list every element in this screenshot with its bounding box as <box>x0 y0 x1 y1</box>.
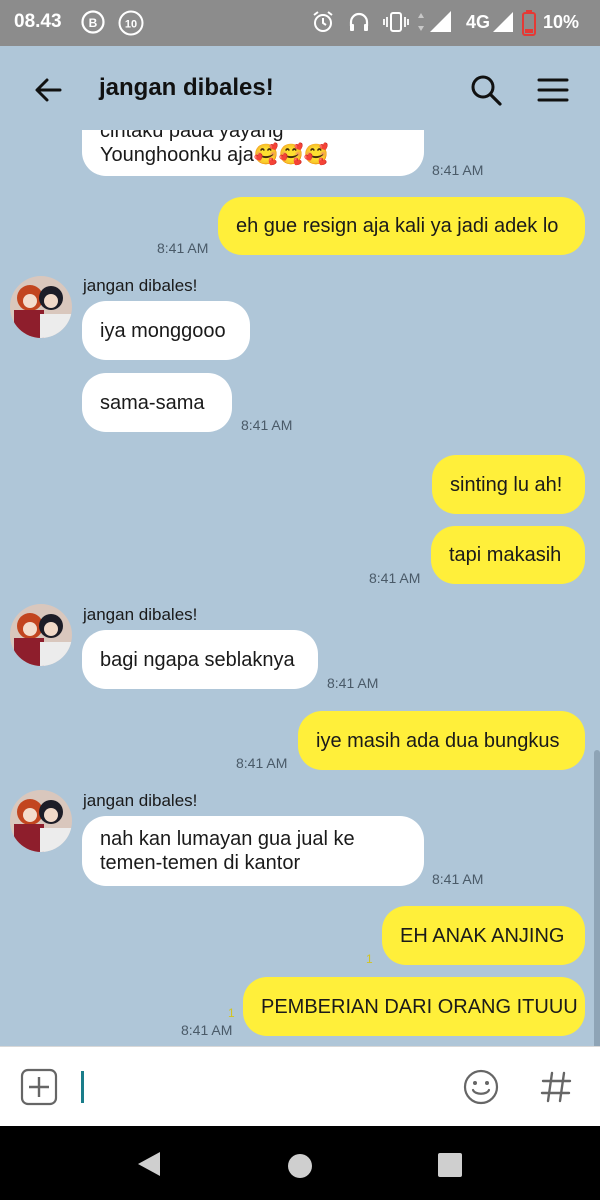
message-received[interactable]: nah kan lumayan gua jual ke temen-temen … <box>82 816 424 886</box>
message-time: 8:41 AM <box>241 417 293 433</box>
message-text: sama-sama <box>100 391 205 414</box>
message-received[interactable]: iya monggooo <box>82 301 250 360</box>
message-time: 8:41 AM <box>432 871 484 887</box>
message-time: 8:41 AM <box>236 755 288 771</box>
sender-avatar[interactable] <box>10 276 72 338</box>
hashtag-icon <box>540 1071 572 1103</box>
message-received[interactable]: sama-sama <box>82 373 232 432</box>
nav-recents-button[interactable] <box>437 1152 463 1178</box>
signal-icon <box>428 9 454 35</box>
message-text: tapi makasih <box>449 544 562 566</box>
nav-back-button[interactable] <box>134 1149 164 1179</box>
menu-icon <box>537 78 569 102</box>
read-count: 1 <box>366 952 373 966</box>
message-sent[interactable]: tapi makasih <box>431 526 585 584</box>
message-text: bagi ngapa seblaknya <box>100 648 295 671</box>
data-arrows-icon <box>416 9 426 35</box>
status-bar: 08.43 B 10 4G 10% <box>0 0 600 46</box>
status-time: 08.43 <box>14 11 62 32</box>
svg-text:10: 10 <box>125 19 137 31</box>
message-text: iya monggooo <box>100 319 226 342</box>
chat-title: jangan dibales! <box>99 74 274 101</box>
sender-name: jangan dibales! <box>83 791 198 810</box>
message-composer <box>0 1046 600 1127</box>
battery-icon <box>521 9 537 37</box>
message-time: 8:41 AM <box>432 162 484 178</box>
message-text: EH ANAK ANJING <box>400 924 565 947</box>
svg-text:B: B <box>89 16 98 30</box>
add-button[interactable] <box>20 1068 58 1106</box>
message-sent[interactable]: sinting lu ah! <box>432 455 585 514</box>
message-text: iye masih ada dua bungkus <box>316 729 560 752</box>
hashtag-button[interactable] <box>537 1068 575 1106</box>
message-time: 8:41 AM <box>327 675 379 691</box>
alarm-icon <box>310 9 336 35</box>
system-nav-bar <box>0 1126 600 1200</box>
menu-button[interactable] <box>533 70 573 110</box>
sender-avatar[interactable] <box>10 604 72 666</box>
scrollbar[interactable] <box>594 750 600 1046</box>
sender-name: jangan dibales! <box>83 276 198 295</box>
nav-home-icon <box>288 1154 312 1178</box>
text-cursor <box>81 1071 84 1103</box>
emoji-icon <box>463 1069 499 1105</box>
message-text: PEMBERIAN DARI ORANG ITUUU <box>261 995 578 1018</box>
back-arrow-icon <box>35 78 62 102</box>
read-count: 1 <box>228 1006 235 1020</box>
message-text: Younghoonku aja🥰🥰🥰 <box>100 144 329 166</box>
search-button[interactable] <box>466 70 506 110</box>
message-text: cintaku pada yayang <box>100 130 284 142</box>
message-text: eh gue resign aja kali ya jadi adek lo <box>236 215 559 237</box>
notification-count-icon: 10 <box>117 9 145 37</box>
message-sent[interactable]: EH ANAK ANJING <box>382 906 585 965</box>
headphones-icon <box>346 9 372 35</box>
message-sent[interactable]: PEMBERIAN DARI ORANG ITUUU <box>243 977 585 1036</box>
message-text: temen-temen di kantor <box>100 852 301 874</box>
sender-name: jangan dibales! <box>83 605 198 624</box>
sender-avatar[interactable] <box>10 790 72 852</box>
add-icon <box>20 1068 58 1106</box>
message-received[interactable]: cintaku pada yayang Younghoonku aja🥰🥰🥰 <box>82 130 424 176</box>
bbm-icon: B <box>80 9 106 35</box>
chat-header: jangan dibales! <box>0 46 600 130</box>
emoji-button[interactable] <box>462 1068 500 1106</box>
network-type: 4G <box>466 12 491 32</box>
nav-recents-icon <box>438 1153 462 1177</box>
message-sent[interactable]: eh gue resign aja kali ya jadi adek lo <box>218 197 585 255</box>
search-icon <box>471 75 502 106</box>
message-list[interactable]: cintaku pada yayang Younghoonku aja🥰🥰🥰 8… <box>0 130 600 1046</box>
message-sent[interactable]: iye masih ada dua bungkus <box>298 711 585 770</box>
message-time: 8:41 AM <box>369 570 421 586</box>
message-time: 8:41 AM <box>181 1022 233 1038</box>
nav-home-button[interactable] <box>286 1152 314 1180</box>
signal-icon-2 <box>492 9 514 35</box>
message-time: 8:41 AM <box>157 240 209 256</box>
message-text: sinting lu ah! <box>450 473 563 496</box>
message-input[interactable] <box>78 1067 448 1107</box>
vibrate-icon <box>382 9 410 35</box>
nav-back-icon <box>138 1152 160 1176</box>
message-text: nah kan lumayan gua jual ke <box>100 828 355 850</box>
message-received[interactable]: bagi ngapa seblaknya <box>82 630 318 689</box>
battery-level: 10% <box>543 12 580 32</box>
back-button[interactable] <box>28 70 68 110</box>
